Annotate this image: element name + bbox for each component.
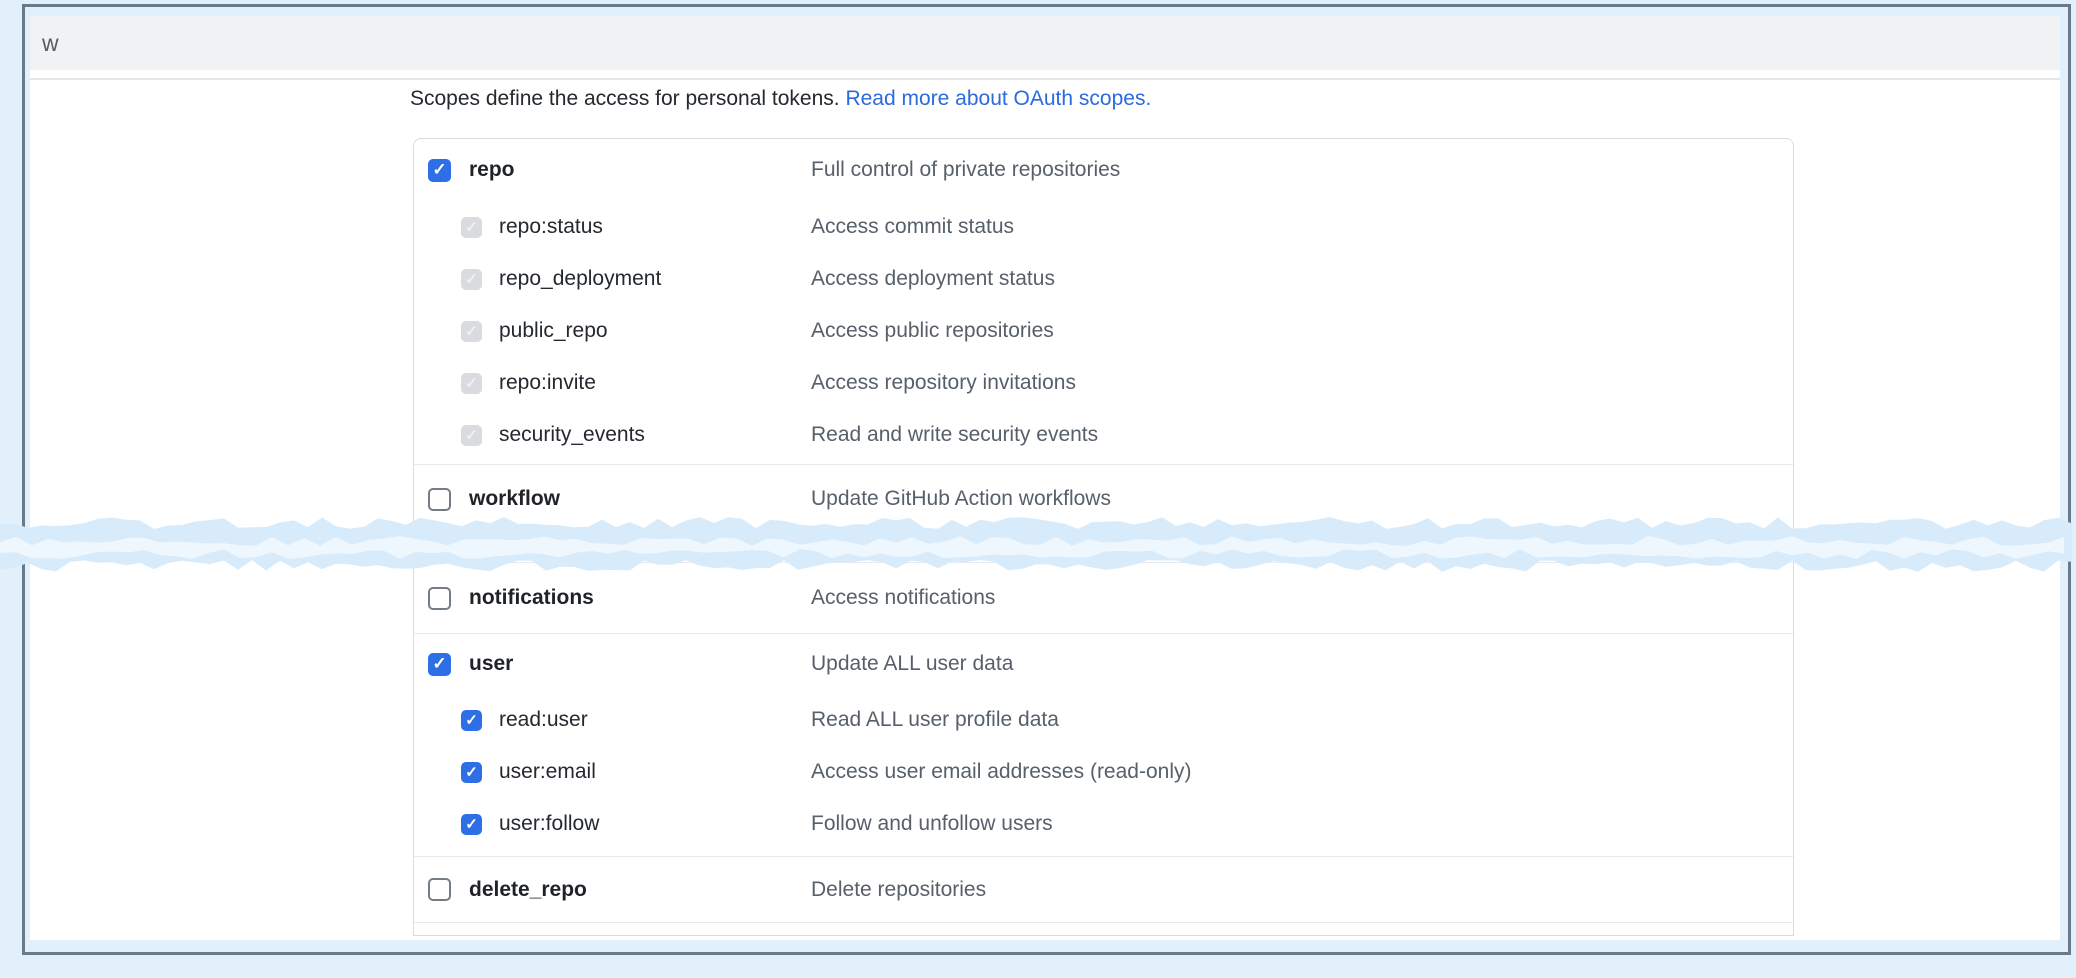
- scope-description: Access public repositories: [811, 319, 1054, 343]
- scope-checkbox[interactable]: [428, 587, 451, 610]
- scope-name: workflow: [469, 487, 560, 511]
- scope-row-read-user[interactable]: ✓ read:user Read ALL user profile data: [414, 694, 1793, 746]
- scope-checkbox[interactable]: ✓: [428, 159, 451, 182]
- scope-checkbox[interactable]: ✓: [461, 710, 482, 731]
- window-frame: w Scopes define the access for personal …: [22, 4, 2071, 955]
- scope-group-workflow: workflow Update GitHub Action workflows: [414, 465, 1793, 563]
- scope-name: repo:status: [499, 215, 603, 239]
- scope-checkbox[interactable]: ✓: [461, 762, 482, 783]
- scope-row-repo-status: ✓ repo:status Access commit status: [414, 201, 1793, 253]
- scope-checkbox: ✓: [461, 425, 482, 446]
- cut-off-row: [414, 923, 1793, 935]
- scope-row-user-email[interactable]: ✓ user:email Access user email addresses…: [414, 746, 1793, 798]
- scope-description: Follow and unfollow users: [811, 812, 1053, 836]
- scope-name: notifications: [469, 586, 594, 610]
- scope-name: user:email: [499, 760, 596, 784]
- scope-checkbox[interactable]: ✓: [461, 814, 482, 835]
- scope-row-public-repo: ✓ public_repo Access public repositories: [414, 305, 1793, 357]
- scope-group-repo: ✓ repo Full control of private repositor…: [414, 139, 1793, 465]
- scope-name: repo_deployment: [499, 267, 661, 291]
- scope-group-user: ✓ user Update ALL user data ✓ read:user …: [414, 634, 1793, 857]
- window-content: w Scopes define the access for personal …: [30, 16, 2060, 940]
- scope-name: repo: [469, 158, 515, 182]
- scope-description: Access user email addresses (read-only): [811, 760, 1191, 784]
- scope-description: Update GitHub Action workflows: [811, 487, 1111, 511]
- scope-checkbox: ✓: [461, 373, 482, 394]
- scope-row-workflow[interactable]: workflow Update GitHub Action workflows: [414, 465, 1793, 533]
- scope-checkbox[interactable]: ✓: [428, 653, 451, 676]
- scope-name: delete_repo: [469, 878, 587, 902]
- scope-name: read:user: [499, 708, 588, 732]
- scope-row-user[interactable]: ✓ user Update ALL user data: [414, 634, 1793, 694]
- note-input-value: w: [42, 30, 59, 57]
- scope-name: repo:invite: [499, 371, 596, 395]
- scope-row-notifications[interactable]: notifications Access notifications: [414, 563, 1793, 633]
- scope-description: Access repository invitations: [811, 371, 1076, 395]
- scopes-card: ✓ repo Full control of private repositor…: [413, 138, 1794, 936]
- scope-checkbox: ✓: [461, 269, 482, 290]
- scope-checkbox: ✓: [461, 217, 482, 238]
- scopes-intro: Scopes define the access for personal to…: [410, 84, 1151, 114]
- scope-name: security_events: [499, 423, 645, 447]
- scope-description: Delete repositories: [811, 878, 986, 902]
- scopes-intro-text: Scopes define the access for personal to…: [410, 87, 840, 110]
- scope-description: Read ALL user profile data: [811, 708, 1059, 732]
- scope-description: Update ALL user data: [811, 652, 1013, 676]
- scope-description: Read and write security events: [811, 423, 1098, 447]
- scope-name: public_repo: [499, 319, 608, 343]
- header-divider: [30, 78, 2060, 80]
- scope-description: Access commit status: [811, 215, 1014, 239]
- scope-group-delete_repo: delete_repo Delete repositories: [414, 857, 1793, 923]
- scope-row-user-follow[interactable]: ✓ user:follow Follow and unfollow users: [414, 798, 1793, 850]
- scope-row-delete-repo[interactable]: delete_repo Delete repositories: [414, 857, 1793, 922]
- scope-row-security-events: ✓ security_events Read and write securit…: [414, 409, 1793, 461]
- scope-description: Access notifications: [811, 586, 995, 610]
- scope-name: user: [469, 652, 513, 676]
- scope-row-repo-invite: ✓ repo:invite Access repository invitati…: [414, 357, 1793, 409]
- scope-checkbox[interactable]: [428, 488, 451, 511]
- scope-row-repo-deployment: ✓ repo_deployment Access deployment stat…: [414, 253, 1793, 305]
- scope-group-notifications: notifications Access notifications: [414, 563, 1793, 634]
- scope-description: Access deployment status: [811, 267, 1055, 291]
- scope-row-repo[interactable]: ✓ repo Full control of private repositor…: [414, 139, 1793, 201]
- oauth-scopes-link[interactable]: Read more about OAuth scopes.: [845, 87, 1151, 110]
- scope-checkbox: ✓: [461, 321, 482, 342]
- scope-description: Full control of private repositories: [811, 158, 1120, 182]
- note-input[interactable]: w: [30, 16, 2060, 70]
- scope-name: user:follow: [499, 812, 599, 836]
- scope-checkbox[interactable]: [428, 878, 451, 901]
